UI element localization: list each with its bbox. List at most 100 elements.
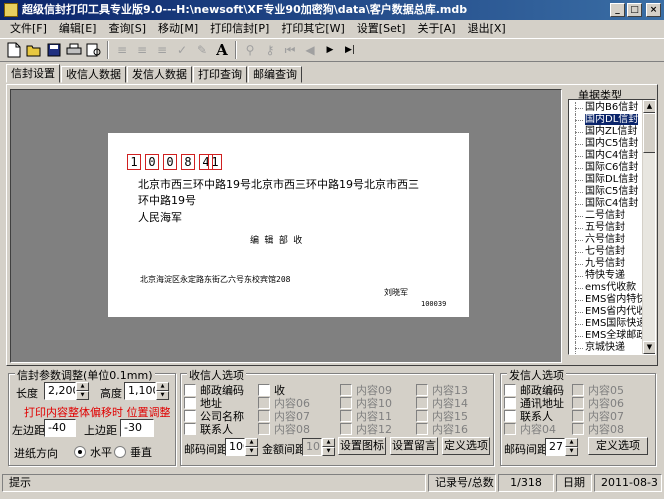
menu-print-other[interactable]: 打印其它[W]: [275, 20, 350, 38]
list-item[interactable]: 国际C6信封: [573, 162, 638, 174]
top-margin-label: 上边距: [84, 424, 117, 437]
length-spinner[interactable]: ▲ ▼: [76, 382, 89, 400]
cb-content-16[interactable]: 内容16: [416, 422, 468, 436]
status-record-value: 1/318: [498, 474, 554, 492]
list-item[interactable]: 京城快递: [573, 342, 625, 354]
list-item[interactable]: ems代收款: [573, 282, 636, 294]
list-item[interactable]: 九号信封: [573, 258, 625, 270]
menu-move[interactable]: 移动[M]: [152, 20, 204, 38]
list-item[interactable]: 六号信封: [573, 234, 625, 246]
menu-bar: 文件[F] 编辑[E] 查询[S] 移动[M] 打印信封[P] 打印其它[W] …: [0, 20, 664, 38]
menu-edit[interactable]: 编辑[E]: [53, 20, 103, 38]
list-item[interactable]: 国际DL信封: [573, 174, 638, 186]
list-item[interactable]: EMS全球邮政: [573, 330, 646, 342]
sender-zip-spacing-input[interactable]: 27: [545, 438, 565, 456]
lock-icon[interactable]: ⚲: [240, 40, 260, 60]
maximize-button[interactable]: □: [627, 3, 642, 17]
left-margin-input[interactable]: -40: [44, 419, 76, 437]
set-icon-button[interactable]: 设置图标: [338, 437, 386, 455]
print-preview-icon[interactable]: [84, 40, 104, 60]
prev-record-icon[interactable]: ◀: [300, 40, 320, 60]
radio-vertical[interactable]: 垂直: [114, 444, 152, 460]
height-input[interactable]: 1,100: [124, 382, 156, 400]
scroll-thumb[interactable]: [643, 113, 655, 153]
align-left-icon[interactable]: ≡: [112, 40, 132, 60]
align-center-icon[interactable]: ≡: [132, 40, 152, 60]
new-icon[interactable]: [4, 40, 24, 60]
sender-address: 北京海淀区永定路东街乙六号东校宾馆208: [140, 275, 291, 284]
menu-query[interactable]: 查询[S]: [102, 20, 152, 38]
next-record-icon[interactable]: ▶: [320, 40, 340, 60]
amount-spacing-input[interactable]: 10: [302, 438, 322, 456]
open-icon[interactable]: [24, 40, 44, 60]
menu-settings[interactable]: 设置[Set]: [351, 20, 412, 38]
sender-zip: 100039: [421, 300, 447, 308]
list-item[interactable]: 国内C5信封: [573, 138, 638, 150]
scroll-up-icon[interactable]: ▲: [643, 100, 655, 113]
amount-spacing-spinner[interactable]: ▲ ▼: [322, 438, 335, 456]
cb-content-08[interactable]: 内容08: [258, 422, 310, 436]
align-right-icon[interactable]: ≡: [152, 40, 172, 60]
sender-zip-spacing-spinner[interactable]: ▲ ▼: [565, 438, 578, 456]
minimize-button[interactable]: _: [610, 3, 625, 17]
list-item[interactable]: EMS省内代收: [573, 306, 646, 318]
status-record-label: 记录号/总数: [428, 474, 496, 492]
close-button[interactable]: ×: [646, 3, 661, 17]
toolbar: ≡ ≡ ≡ ✓ ✎ A ⚲ ⚷ ⏮ ◀ ▶ ▶|: [0, 38, 664, 62]
amount-spacing-label: 金额间距: [262, 443, 306, 456]
save-icon[interactable]: [44, 40, 64, 60]
list-scrollbar[interactable]: ▲ ▼: [642, 100, 655, 354]
list-item[interactable]: 国际C5信封: [573, 186, 638, 198]
height-spinner[interactable]: ▲ ▼: [156, 382, 169, 400]
tab-zip-query[interactable]: 邮编查询: [248, 66, 302, 83]
list-item[interactable]: EMS国际快递: [573, 318, 646, 330]
menu-about[interactable]: 关于[A]: [411, 20, 461, 38]
menu-file[interactable]: 文件[F]: [4, 20, 53, 38]
list-item[interactable]: 国内C4信封: [573, 150, 638, 162]
cb-recipient-contact[interactable]: 联系人: [184, 422, 233, 436]
receiver-label: 编 辑 部 收: [250, 236, 303, 246]
list-item[interactable]: 国内B6信封: [573, 102, 638, 114]
zip-digit-2: 0: [145, 154, 159, 170]
font-icon[interactable]: A: [212, 40, 232, 60]
list-item[interactable]: 国内ZL信封: [573, 126, 637, 138]
key-icon[interactable]: ⚷: [260, 40, 280, 60]
doc-type-list[interactable]: 国内B6信封 国内DL信封 国内ZL信封 国内C5信封 国内C4信封 国际C6信…: [568, 99, 656, 355]
list-item[interactable]: EMS省内特快: [573, 294, 646, 306]
check-icon[interactable]: ✓: [172, 40, 192, 60]
sender-zip-spacing-label: 邮码间距: [504, 443, 548, 456]
edit-icon[interactable]: ✎: [192, 40, 212, 60]
radio-horizontal[interactable]: 水平: [74, 444, 112, 460]
scroll-down-icon[interactable]: ▼: [643, 341, 655, 354]
list-item[interactable]: 五号信封: [573, 222, 625, 234]
window-title: 超级信封打印工具专业版9.0---H:\newsoft\XF专业90加密狗\da…: [22, 3, 468, 16]
zip-spacing-spinner[interactable]: ▲ ▼: [245, 438, 258, 456]
list-item[interactable]: 特快专递: [573, 270, 625, 282]
set-message-button[interactable]: 设置留言: [390, 437, 438, 455]
menu-exit[interactable]: 退出[X]: [462, 20, 512, 38]
list-item[interactable]: 二号信封: [573, 210, 625, 222]
status-date-value: 2011-08-3: [594, 474, 662, 492]
zip-spacing-label: 邮码间距: [184, 443, 228, 456]
tab-print-query[interactable]: 打印查询: [193, 66, 247, 83]
list-item[interactable]: 国际C4信封: [573, 198, 638, 210]
sender-custom-options-button[interactable]: 定义选项: [588, 437, 648, 455]
length-input[interactable]: 2,200: [44, 382, 76, 400]
tab-sender-data[interactable]: 发信人数据: [127, 66, 192, 83]
recipient-name: 人民海军: [138, 211, 182, 224]
cb-content-12[interactable]: 内容12: [340, 422, 392, 436]
top-margin-input[interactable]: -30: [120, 419, 154, 437]
last-record-icon[interactable]: ▶|: [340, 40, 360, 60]
list-item-selected[interactable]: 国内DL信封: [573, 113, 640, 126]
status-bar: 提示 记录号/总数 1/318 日期 2011-08-3: [0, 472, 664, 494]
tab-envelope-settings[interactable]: 信封设置: [6, 64, 60, 83]
cb-sender-content-08[interactable]: 内容08: [572, 422, 624, 436]
menu-print-envelope[interactable]: 打印信封[P]: [204, 20, 275, 38]
first-record-icon[interactable]: ⏮: [280, 40, 300, 60]
print-icon[interactable]: [64, 40, 84, 60]
tab-recipient-data[interactable]: 收信人数据: [61, 66, 126, 83]
recipient-custom-options-button[interactable]: 定义选项: [442, 437, 490, 455]
cb-sender-content-04[interactable]: 内容04: [504, 422, 556, 436]
list-item[interactable]: 七号信封: [573, 246, 625, 258]
zip-spacing-input[interactable]: 100: [225, 438, 245, 456]
